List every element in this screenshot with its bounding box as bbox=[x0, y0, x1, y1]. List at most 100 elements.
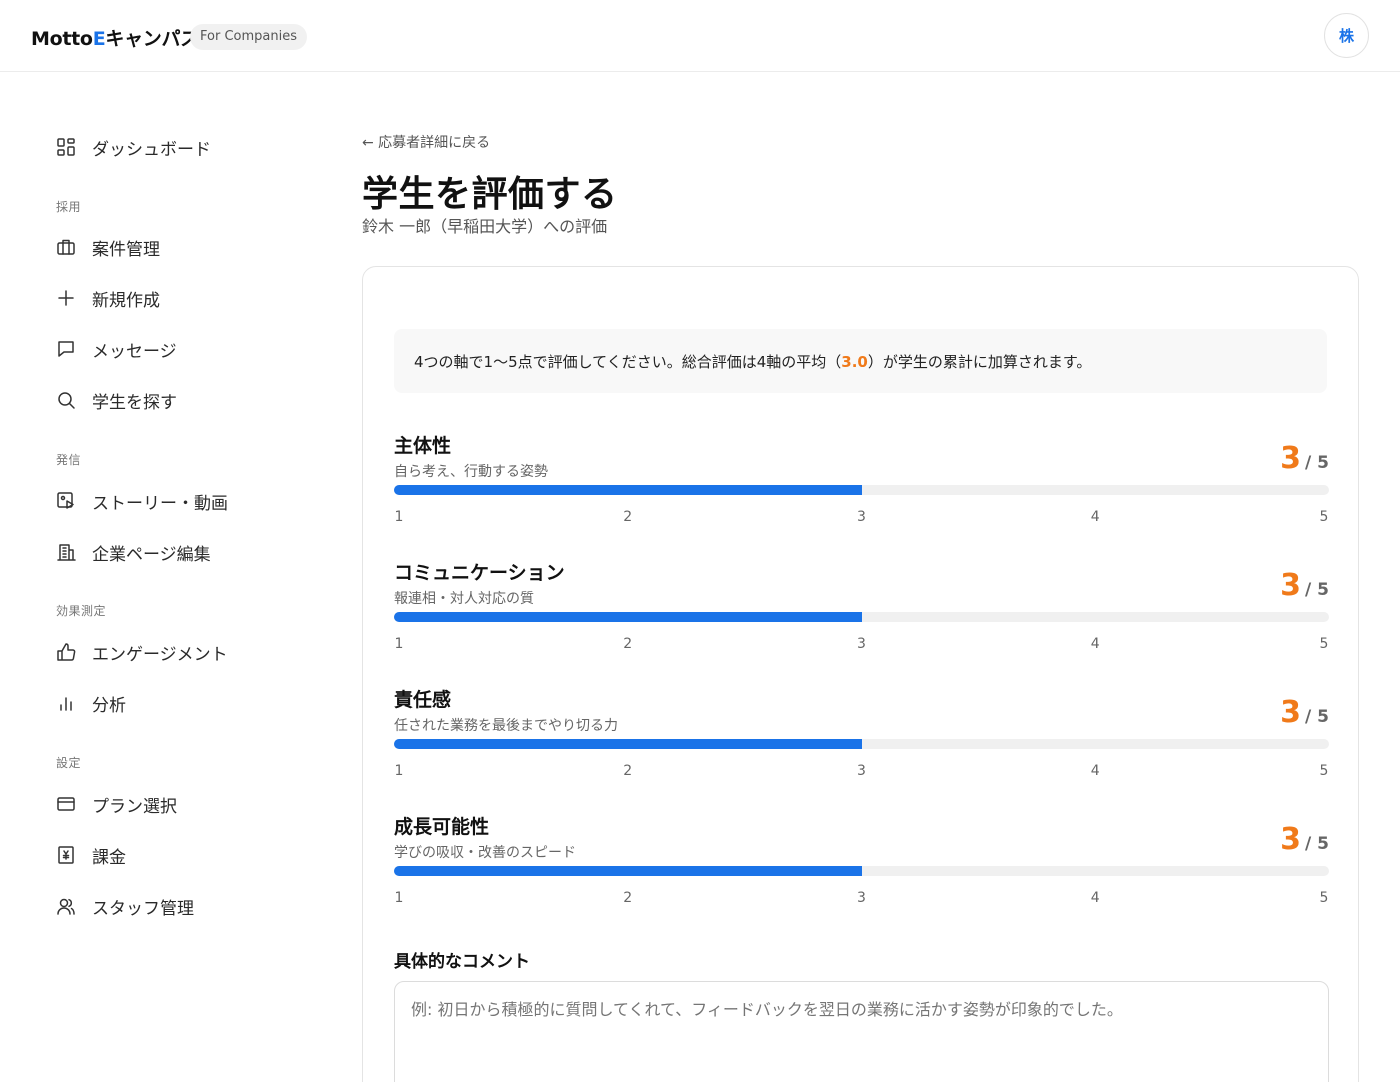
rating-slider-fill bbox=[394, 485, 862, 495]
sidebar-item-analytics[interactable]: 分析 bbox=[56, 688, 126, 718]
score-max: / 5 bbox=[1305, 453, 1329, 473]
axis-title: コミュニケーション bbox=[394, 562, 565, 584]
score-value: 3 bbox=[1280, 568, 1302, 603]
sidebar-item-search[interactable]: 学生を探す bbox=[56, 385, 177, 415]
thumbs-up-icon bbox=[56, 642, 76, 662]
axis-score: 3/ 5 bbox=[1280, 695, 1329, 730]
tick-label: 3 bbox=[857, 509, 866, 525]
sidebar-item-stories[interactable]: ストーリー・動画 bbox=[56, 486, 228, 516]
score-max: / 5 bbox=[1305, 707, 1329, 727]
axis-score: 3/ 5 bbox=[1280, 441, 1329, 476]
section-measure: 効果測定 bbox=[56, 604, 107, 618]
axis-description: 報連相・対人対応の質 bbox=[394, 591, 534, 607]
grid-icon bbox=[56, 137, 76, 157]
section-settings: 設定 bbox=[56, 756, 82, 770]
average-score: 3.0 bbox=[841, 352, 868, 371]
tick-label: 3 bbox=[857, 890, 866, 906]
rating-slider[interactable] bbox=[394, 485, 1329, 495]
sidebar-item-label: 案件管理 bbox=[92, 239, 160, 260]
sidebar-item-messages[interactable]: メッセージ bbox=[56, 334, 177, 364]
axis-description: 自ら考え、行動する姿勢 bbox=[394, 464, 548, 480]
plus-icon bbox=[56, 288, 76, 308]
sidebar: ダッシュボード 採用 案件管理 新規作成 メッセージ 学生を探す 発信 ストーリ… bbox=[0, 72, 320, 1082]
sidebar-item-plan[interactable]: プラン選択 bbox=[56, 789, 177, 819]
section-publish: 発信 bbox=[56, 453, 82, 467]
sidebar-item-label: ストーリー・動画 bbox=[92, 493, 228, 514]
image-video-icon bbox=[56, 491, 76, 511]
tick-label: 3 bbox=[857, 763, 866, 779]
tick-label: 5 bbox=[1319, 509, 1329, 525]
rating-slider-fill bbox=[394, 866, 862, 876]
tick-label: 5 bbox=[1319, 763, 1329, 779]
axis-score: 3/ 5 bbox=[1280, 568, 1329, 603]
sidebar-item-company-page[interactable]: 企業ページ編集 bbox=[56, 537, 211, 567]
users-icon bbox=[56, 896, 76, 916]
tick-label: 5 bbox=[1319, 636, 1329, 652]
rating-ticks: 1 2 3 4 5 bbox=[394, 890, 1329, 910]
sidebar-item-new[interactable]: 新規作成 bbox=[56, 283, 160, 313]
score-value: 3 bbox=[1280, 695, 1302, 730]
page-title: 学生を評価する bbox=[362, 174, 618, 215]
credit-card-icon bbox=[56, 794, 76, 814]
rating-slider[interactable] bbox=[394, 866, 1329, 876]
account-avatar[interactable]: 株 bbox=[1324, 13, 1369, 58]
sidebar-item-label: 企業ページ編集 bbox=[92, 544, 211, 565]
sidebar-item-label: 学生を探す bbox=[92, 392, 177, 413]
score-max: / 5 bbox=[1305, 580, 1329, 600]
sidebar-item-label: エンゲージメント bbox=[92, 644, 228, 665]
message-icon bbox=[56, 339, 76, 359]
sidebar-item-label: プラン選択 bbox=[92, 796, 177, 817]
score-max: / 5 bbox=[1305, 834, 1329, 854]
tick-label: 1 bbox=[394, 636, 404, 652]
sidebar-item-billing[interactable]: 課金 bbox=[56, 840, 126, 870]
sidebar-item-label: 課金 bbox=[92, 847, 126, 868]
axis-description: 学びの吸収・改善のスピード bbox=[394, 845, 576, 861]
for-companies-badge: For Companies bbox=[190, 24, 307, 50]
tick-label: 4 bbox=[1090, 763, 1100, 779]
tick-label: 4 bbox=[1090, 890, 1100, 906]
tick-label: 2 bbox=[623, 890, 633, 906]
tick-label: 2 bbox=[623, 763, 633, 779]
top-header: MottoEキャンパス For Companies 株 bbox=[0, 0, 1400, 72]
receipt-icon bbox=[56, 845, 76, 865]
page-subtitle: 鈴木 一郎（早稲田大学）への評価 bbox=[362, 217, 608, 236]
comment-label: 具体的なコメント bbox=[394, 952, 530, 972]
tick-label: 5 bbox=[1319, 890, 1329, 906]
back-to-applicant-link[interactable]: ← 応募者詳細に戻る bbox=[362, 132, 490, 152]
tick-label: 1 bbox=[394, 763, 404, 779]
sidebar-item-label: 新規作成 bbox=[92, 290, 160, 311]
tick-label: 2 bbox=[623, 509, 633, 525]
rating-slider-fill bbox=[394, 739, 862, 749]
sidebar-item-staff[interactable]: スタッフ管理 bbox=[56, 891, 194, 921]
axis-title: 主体性 bbox=[394, 435, 452, 457]
sidebar-item-jobs[interactable]: 案件管理 bbox=[56, 232, 160, 262]
rating-slider[interactable] bbox=[394, 612, 1329, 622]
sidebar-item-label: ダッシュボード bbox=[92, 139, 211, 160]
sidebar-item-label: スタッフ管理 bbox=[92, 898, 194, 919]
comment-textarea[interactable] bbox=[394, 981, 1329, 1082]
tick-label: 4 bbox=[1090, 509, 1100, 525]
score-value: 3 bbox=[1280, 441, 1302, 476]
tick-label: 4 bbox=[1090, 636, 1100, 652]
bar-chart-icon bbox=[56, 693, 76, 713]
rating-ticks: 1 2 3 4 5 bbox=[394, 636, 1329, 656]
rating-slider-fill bbox=[394, 612, 862, 622]
sidebar-item-dashboard[interactable]: ダッシュボード bbox=[56, 132, 211, 162]
evaluation-card: 4つの軸で1〜5点で評価してください。総合評価は4軸の平均（3.0）が学生の累計… bbox=[362, 266, 1359, 1082]
axis-score: 3/ 5 bbox=[1280, 822, 1329, 857]
instruction-text: 4つの軸で1〜5点で評価してください。総合評価は4軸の平均（3.0）が学生の累計… bbox=[414, 352, 1092, 371]
rating-ticks: 1 2 3 4 5 bbox=[394, 763, 1329, 783]
sidebar-item-label: 分析 bbox=[92, 695, 126, 716]
tick-label: 3 bbox=[857, 636, 866, 652]
score-value: 3 bbox=[1280, 822, 1302, 857]
axis-title: 成長可能性 bbox=[394, 816, 490, 838]
briefcase-icon bbox=[56, 237, 76, 257]
axis-description: 任された業務を最後までやり切る力 bbox=[394, 718, 618, 734]
sidebar-item-engagement[interactable]: エンゲージメント bbox=[56, 637, 228, 667]
rating-slider[interactable] bbox=[394, 739, 1329, 749]
tick-label: 1 bbox=[394, 509, 404, 525]
instruction-box: 4つの軸で1〜5点で評価してください。総合評価は4軸の平均（3.0）が学生の累計… bbox=[394, 329, 1327, 393]
search-icon bbox=[56, 390, 76, 410]
logo[interactable]: MottoEキャンパス bbox=[31, 24, 199, 51]
tick-label: 1 bbox=[394, 890, 404, 906]
